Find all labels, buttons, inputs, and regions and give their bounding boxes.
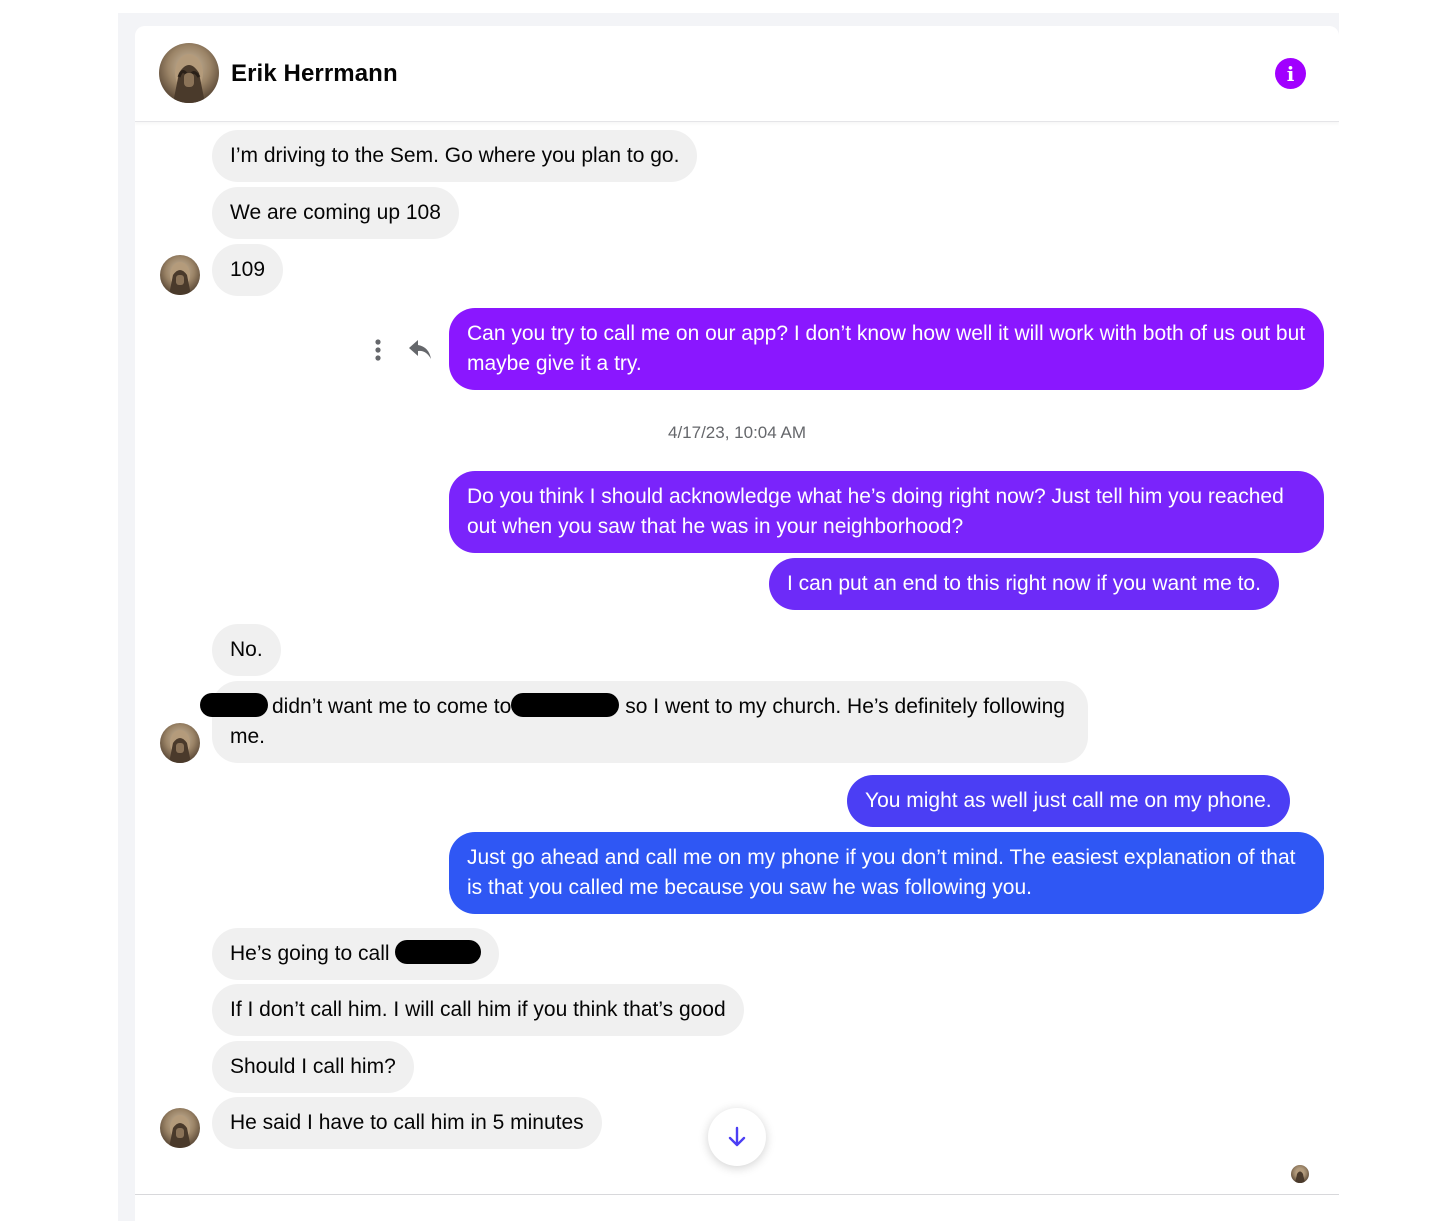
scroll-to-bottom-button[interactable] bbox=[708, 1108, 766, 1166]
chat-header: Erik Herrmann i bbox=[135, 26, 1339, 122]
message-outgoing[interactable]: Can you try to call me on our app? I don… bbox=[449, 308, 1324, 390]
chat-panel: Erik Herrmann i I’m driving to the Sem. … bbox=[135, 26, 1339, 1221]
message-incoming[interactable]: No. bbox=[212, 624, 281, 676]
more-options-icon[interactable] bbox=[371, 338, 385, 364]
message-incoming[interactable]: He’s going to call bbox=[212, 928, 500, 980]
message-incoming[interactable]: I’m driving to the Sem. Go where you pla… bbox=[212, 130, 698, 182]
message-incoming[interactable]: If I don’t call him. I will call him if … bbox=[212, 984, 744, 1036]
message-outgoing[interactable]: I can put an end to this right now if yo… bbox=[769, 558, 1279, 610]
info-icon[interactable]: i bbox=[1275, 58, 1306, 89]
sender-avatar bbox=[160, 723, 200, 763]
scroll-down-arrow-icon bbox=[728, 1126, 746, 1147]
read-receipt-avatar bbox=[1291, 1165, 1309, 1183]
message-incoming[interactable]: We are coming up 108 bbox=[212, 187, 459, 239]
message-incoming[interactable]: He said I have to call him in 5 minutes bbox=[212, 1097, 602, 1149]
message-incoming[interactable]: 109 bbox=[212, 244, 284, 296]
message-incoming[interactable]: Should I call him? bbox=[212, 1041, 414, 1093]
composer-divider bbox=[135, 1194, 1339, 1195]
redaction-mark bbox=[395, 940, 482, 964]
sender-avatar bbox=[160, 255, 200, 295]
message-outgoing[interactable]: Just go ahead and call me on my phone if… bbox=[449, 832, 1324, 914]
message-outgoing[interactable]: You might as well just call me on my pho… bbox=[847, 775, 1290, 827]
message-incoming[interactable]: didn’t want me to come to so I went to my… bbox=[200, 681, 1088, 763]
contact-name[interactable]: Erik Herrmann bbox=[231, 60, 398, 88]
reply-icon[interactable] bbox=[407, 336, 433, 362]
sender-avatar bbox=[160, 1108, 200, 1148]
message-text: didn’t want me to come to bbox=[272, 695, 512, 718]
redaction-mark bbox=[200, 693, 268, 717]
redaction-mark bbox=[511, 693, 620, 717]
message-timestamp: 4/17/23, 10:04 AM bbox=[668, 423, 806, 442]
message-outgoing[interactable]: Do you think I should acknowledge what h… bbox=[449, 471, 1324, 553]
contact-avatar[interactable] bbox=[159, 43, 219, 103]
message-text: He’s going to call bbox=[230, 942, 390, 965]
